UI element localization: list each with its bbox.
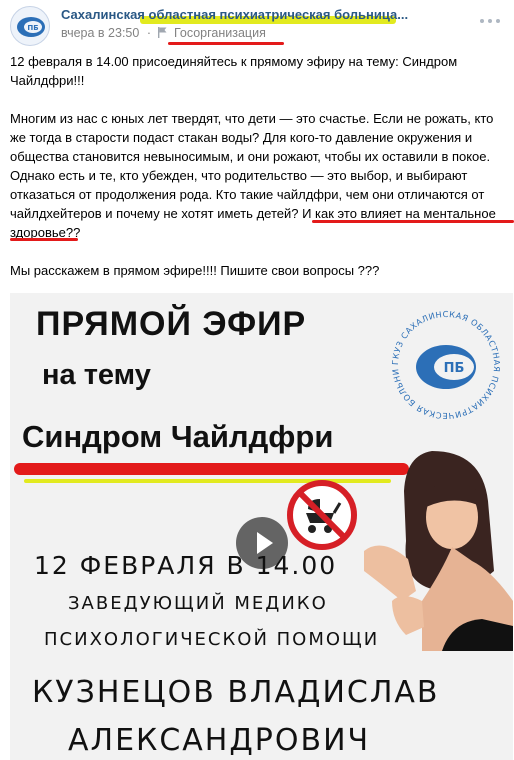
post-header: ПБ Сахалинская областная психиатрическая… <box>0 0 514 50</box>
more-options-icon[interactable] <box>478 14 502 28</box>
post-time[interactable]: вчера в 23:50 <box>61 26 139 40</box>
speaker-photo <box>364 451 513 651</box>
post-paragraph-1: 12 февраля в 14.00 присоединяйтесь к пря… <box>10 54 458 88</box>
red-highlight-theme <box>14 463 409 475</box>
poster-name-line-2: АЛЕКСАНДРОВИЧ <box>68 723 371 758</box>
post-meta: вчера в 23:50 · Госорганизация <box>61 26 266 40</box>
post-category[interactable]: Госорганизация <box>174 26 266 40</box>
org-avatar[interactable]: ПБ <box>10 6 50 46</box>
poster-theme: Синдром Чайлдфри <box>22 419 334 454</box>
poster-subtitle: на тему <box>42 359 151 391</box>
org-name-link[interactable]: Сахалинская областная психиатрическая бо… <box>61 7 408 22</box>
post-paragraph-3: Мы расскажем в прямом эфире!!!! Пишите с… <box>10 263 380 278</box>
red-underline-health <box>10 238 78 241</box>
poster-title: ПРЯМОЙ ЭФИР <box>36 305 307 343</box>
no-stroller-sign-icon <box>287 480 357 550</box>
hospital-logo-seal: ГКУЗ САХАЛИНСКАЯ ОБЛАСТНАЯ ПСИХИАТРИЧЕСК… <box>382 301 501 421</box>
poster-date: 12 ФЕВРАЛЯ В 14.00 <box>34 551 338 580</box>
svg-text:ПБ: ПБ <box>444 361 465 376</box>
post-text: 12 февраля в 14.00 присоединяйтесь к пря… <box>10 52 510 280</box>
flag-icon <box>158 27 167 38</box>
red-underline-category <box>168 42 284 45</box>
post-video-preview[interactable]: ПРЯМОЙ ЭФИР на тему Синдром Чайлдфри ГКУ… <box>10 293 513 760</box>
poster-name-line-1: КУЗНЕЦОВ ВЛАДИСЛАВ <box>32 675 440 710</box>
red-underline-mental-health <box>312 220 514 223</box>
meta-separator: · <box>146 26 151 40</box>
poster-role-line-2: ПСИХОЛОГИЧЕСКОЙ ПОМОЩИ <box>44 629 380 650</box>
poster-role-line-1: ЗАВЕДУЮЩИЙ МЕДИКО <box>68 593 328 614</box>
svg-text:ПБ: ПБ <box>27 24 38 32</box>
